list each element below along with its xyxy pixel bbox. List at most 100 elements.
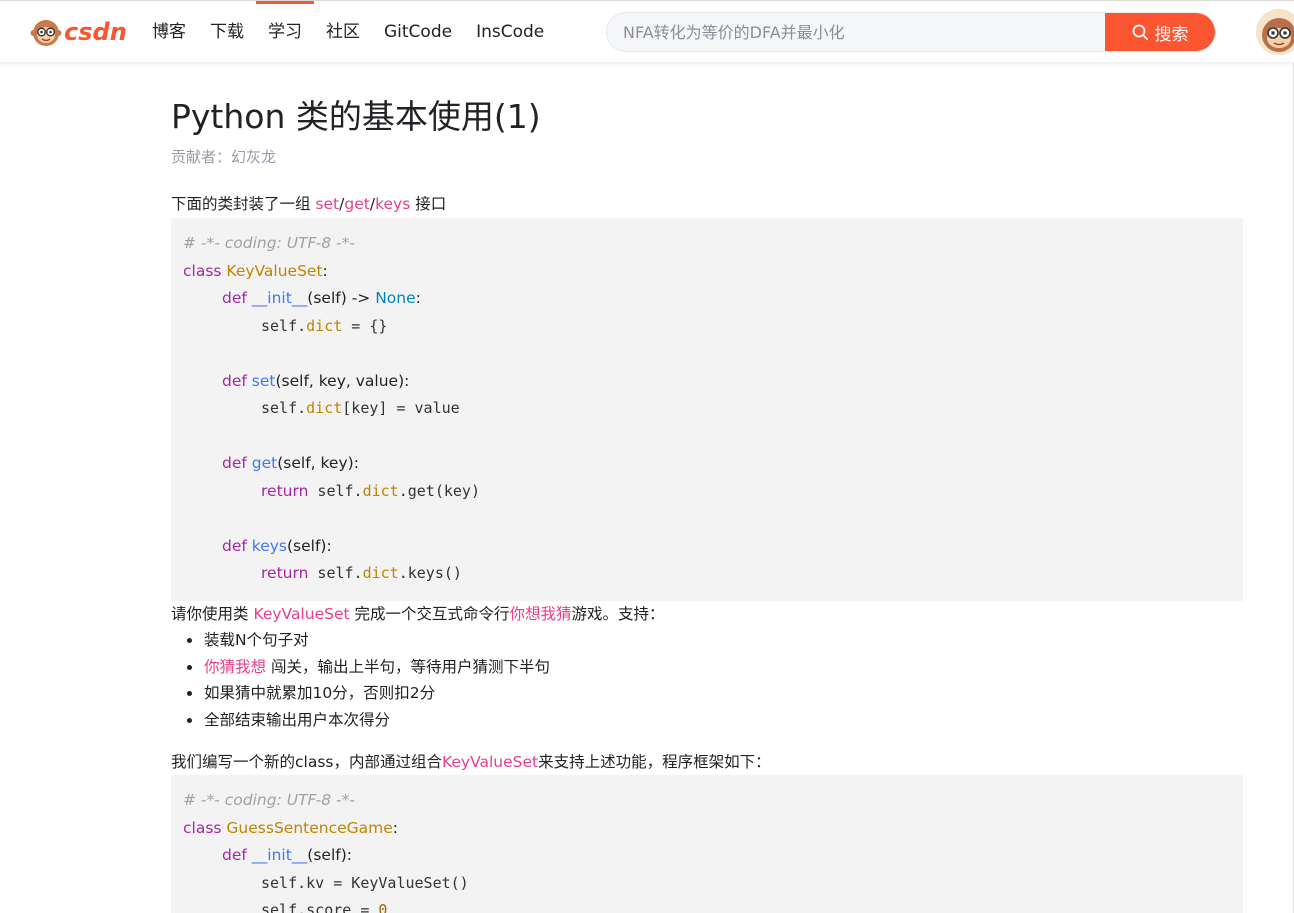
monkey-logo-icon <box>30 20 62 46</box>
code-line: def keys(self): <box>183 533 1231 561</box>
task-text: 游戏。支持： <box>571 605 665 623</box>
task-paragraph: 请你使用类 KeyValueSet 完成一个交互式命令行你想我猜游戏。支持： <box>171 601 665 627</box>
code-block-keyvalueset[interactable]: # -*- coding: UTF-8 -*- class KeyValueSe… <box>171 218 1243 601</box>
code-text: (self): <box>287 536 332 555</box>
code-line: return self.dict.keys() <box>183 560 1231 588</box>
code-text: self. <box>261 316 307 335</box>
code-attribute: dict <box>362 481 399 500</box>
frame-paragraph: 我们编写一个新的class，内部通过组合KeyValueSet来支持上述功能，程… <box>171 749 771 775</box>
user-avatar[interactable] <box>1256 9 1294 55</box>
feature-list: 装载N个句子对 你猜我想 闯关，输出上半句，等待用户猜测下半句 如果猜中就累加1… <box>171 627 550 733</box>
code-class-name: GuessSentenceGame <box>226 818 393 837</box>
inline-code-guess: 你猜我想 <box>204 657 267 676</box>
code-text: = {} <box>342 316 388 335</box>
code-keyword: class <box>183 818 222 837</box>
code-block-guessgame[interactable]: # -*- coding: UTF-8 -*- class GuessSente… <box>171 775 1243 913</box>
inline-code-game: 你想我猜 <box>509 605 572 623</box>
code-keyword: def <box>222 371 247 390</box>
code-attribute: dict <box>306 316 343 335</box>
nav-gitcode[interactable]: GitCode <box>372 1 464 63</box>
code-line: self.dict = {} <box>183 313 1231 341</box>
code-function-name: get <box>251 454 278 472</box>
inline-code-class: KeyValueSet <box>253 605 350 623</box>
code-text: (self, key, value): <box>275 371 410 390</box>
code-attribute: dict <box>362 564 399 582</box>
intro-paragraph: 下面的类封装了一组 set/get/keys 接口 <box>171 191 446 217</box>
code-text: : <box>322 261 328 280</box>
contributor-line: 贡献者：幻灰龙 <box>171 148 277 166</box>
code-function-name: set <box>251 371 276 390</box>
search-button-label: 搜索 <box>1154 24 1189 45</box>
article: Python 类的基本使用(1) 贡献者：幻灰龙 下面的类封装了一组 set/g… <box>171 95 1243 913</box>
main-nav: 博客 下载 学习 社区 GitCode InsCode <box>140 1 556 63</box>
code-function-name: __init__ <box>251 289 308 307</box>
search-box: 搜索 <box>606 12 1216 52</box>
code-keyword: def <box>222 846 247 864</box>
code-text: : <box>415 289 421 307</box>
top-navbar: csdn 博客 下载 学习 社区 GitCode InsCode 搜索 <box>0 1 1294 63</box>
inline-code-keys: keys <box>375 195 411 213</box>
nav-download[interactable]: 下载 <box>198 1 256 63</box>
code-keyword: return <box>261 481 309 500</box>
code-keyword: def <box>222 536 247 555</box>
code-line: def get(self, key): <box>183 450 1231 478</box>
nav-inscode[interactable]: InsCode <box>464 1 556 63</box>
code-keyword: class <box>183 261 222 280</box>
frame-text: 来支持上述功能，程序框架如下： <box>538 753 771 771</box>
intro-text: 接口 <box>410 195 447 213</box>
inline-code-get: get <box>344 195 370 213</box>
list-item: 装载N个句子对 <box>171 627 550 654</box>
code-line: def __init__(self) -> None: <box>183 285 1231 313</box>
code-text: : <box>392 818 399 837</box>
page-title: Python 类的基本使用(1) <box>171 97 541 136</box>
code-text: self. <box>308 481 363 500</box>
code-keyword: def <box>222 289 247 307</box>
code-function-name: __init__ <box>251 846 308 864</box>
code-line: class KeyValueSet: <box>183 258 1231 286</box>
code-builtin: None <box>375 289 416 307</box>
task-text: 完成一个交互式命令行 <box>349 605 510 623</box>
intro-text: 下面的类封装了一组 <box>171 195 316 213</box>
nav-community[interactable]: 社区 <box>314 1 372 63</box>
search-input[interactable] <box>607 13 1107 51</box>
code-line: self.dict[key] = value <box>183 395 1231 423</box>
code-attribute: dict <box>306 399 343 417</box>
task-text: 请你使用类 <box>171 605 254 623</box>
frame-text: 我们编写一个新的class，内部通过组合 <box>171 753 442 771</box>
code-line: def __init__(self): <box>183 842 1231 870</box>
code-keyword: return <box>261 564 309 582</box>
code-text: (self): <box>307 846 352 864</box>
code-text: .keys() <box>398 564 462 582</box>
code-line: return self.dict.get(key) <box>183 478 1231 506</box>
search-icon <box>1132 24 1148 40</box>
code-line: # -*- coding: UTF-8 -*- <box>183 234 355 252</box>
code-text: [key] = value <box>342 399 460 417</box>
code-line: # -*- coding: UTF-8 -*- <box>183 791 355 809</box>
avatar-icon <box>1256 9 1294 55</box>
list-item: 如果猜中就累加10分，否则扣2分 <box>171 680 550 707</box>
inline-code-class: KeyValueSet <box>441 753 539 771</box>
code-function-name: keys <box>251 536 287 555</box>
code-keyword: def <box>222 454 247 472</box>
csdn-logo[interactable]: csdn <box>30 16 127 48</box>
list-item-text: 闯关，输出上半句，等待用户猜测下半句 <box>266 657 550 676</box>
list-item: 你猜我想 闯关，输出上半句，等待用户猜测下半句 <box>171 654 550 681</box>
code-text: self. <box>261 399 307 417</box>
nav-blog[interactable]: 博客 <box>140 1 198 63</box>
search-button[interactable]: 搜索 <box>1105 13 1215 51</box>
code-text: self. <box>308 564 363 582</box>
code-text: .get(key) <box>398 481 480 500</box>
code-line: class GuessSentenceGame: <box>183 815 1231 843</box>
logo-wordmark: csdn <box>64 18 127 46</box>
code-number: 0 <box>378 901 388 913</box>
list-item: 全部结束输出用户本次得分 <box>171 707 550 734</box>
nav-learn[interactable]: 学习 <box>256 1 314 63</box>
code-line: def set(self, key, value): <box>183 368 1231 396</box>
inline-code-set: set <box>315 195 340 213</box>
code-text: self.score = <box>261 901 379 913</box>
code-text: (self, key): <box>277 454 359 472</box>
code-text: (self) -> <box>307 289 376 307</box>
